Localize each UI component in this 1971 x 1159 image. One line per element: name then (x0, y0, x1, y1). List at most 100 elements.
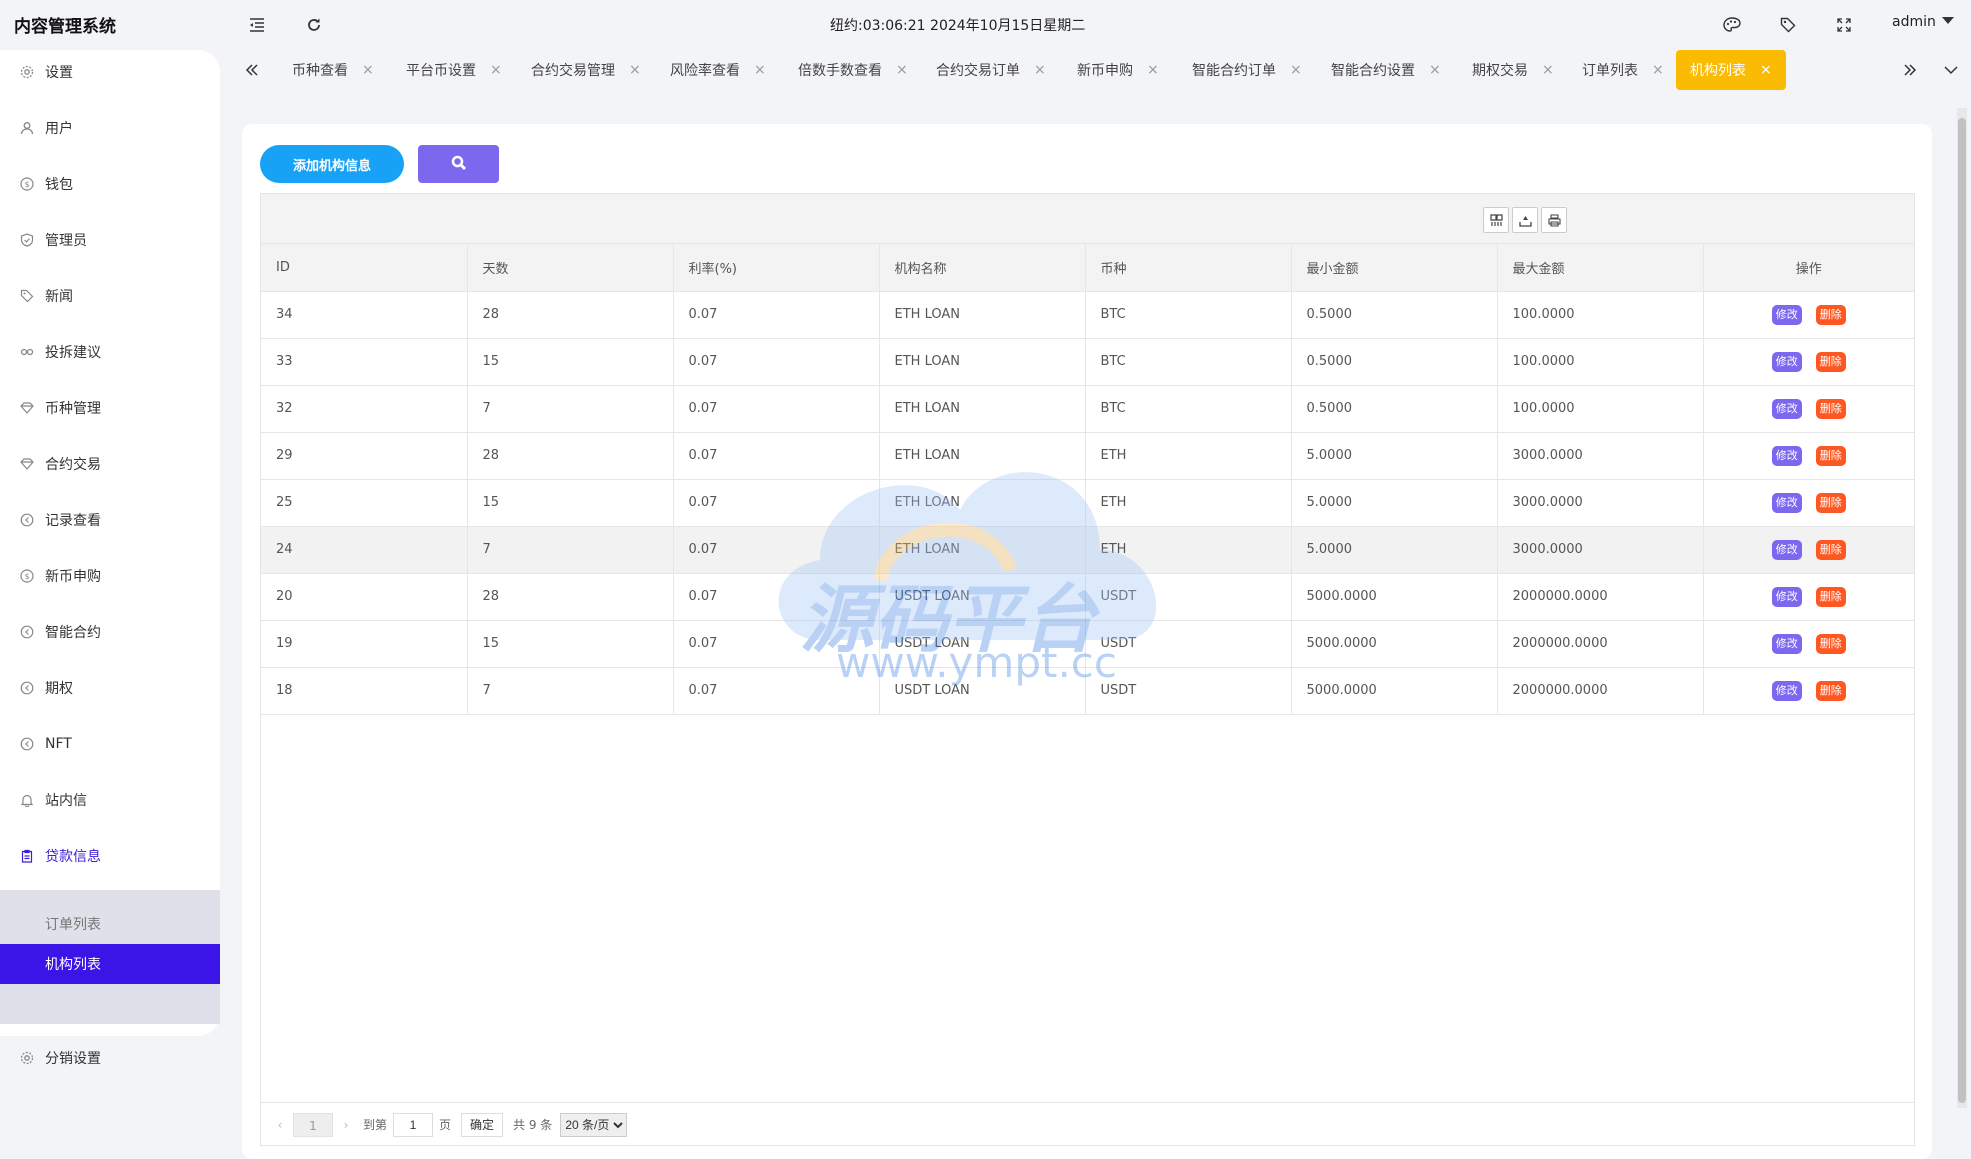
search-button[interactable] (418, 145, 499, 183)
sidebar-item[interactable]: 新闻 (0, 277, 220, 315)
column-header[interactable]: ID (261, 244, 468, 292)
sidebar-subitem-order-list[interactable]: 订单列表 (0, 904, 220, 944)
table-cell: 5000.0000 (1291, 620, 1498, 668)
close-icon[interactable]: × (1429, 62, 1441, 78)
edit-button[interactable]: 修改 (1771, 445, 1802, 466)
column-header[interactable]: 机构名称 (879, 244, 1086, 292)
tag-icon[interactable] (1777, 14, 1799, 36)
table-cell: 100.0000 (1497, 338, 1704, 386)
sidebar-item-distribution-settings[interactable]: 分销设置 (0, 1039, 220, 1077)
refresh-icon[interactable] (303, 14, 325, 36)
close-icon[interactable]: × (1147, 62, 1159, 78)
tab[interactable]: 币种查看 × (292, 50, 374, 90)
circle-arrow-icon (20, 625, 34, 639)
clock: 纽约:03:06:21 2024年10月15日星期二 (830, 18, 1086, 34)
sidebar-item[interactable]: $ 钱包 (0, 165, 220, 203)
delete-button[interactable]: 删除 (1815, 492, 1846, 513)
goto-confirm-button[interactable]: 确定 (461, 1112, 504, 1137)
columns-filter-icon[interactable] (1483, 207, 1509, 233)
export-icon[interactable] (1512, 207, 1538, 233)
tab-scroll-right-icon[interactable] (1898, 58, 1922, 82)
tab[interactable]: 风险率查看 × (670, 50, 766, 90)
sidebar-item[interactable]: 投拆建议 (0, 333, 220, 371)
tab[interactable]: 新币申购 × (1077, 50, 1159, 90)
sidebar-item[interactable]: 智能合约 (0, 613, 220, 651)
table-cell: 28 (467, 432, 674, 480)
next-page-icon[interactable]: › (337, 1118, 355, 1132)
edit-button[interactable]: 修改 (1771, 351, 1802, 372)
column-header[interactable]: 币种 (1085, 244, 1292, 292)
sidebar-item-label: 投拆建议 (45, 345, 101, 361)
close-icon[interactable]: × (1542, 62, 1554, 78)
theme-palette-icon[interactable] (1721, 14, 1743, 36)
tab[interactable]: 合约交易订单 × (936, 50, 1046, 90)
tab[interactable]: 合约交易管理 × (531, 50, 641, 90)
current-page[interactable]: 1 (293, 1112, 333, 1137)
delete-button[interactable]: 删除 (1815, 351, 1846, 372)
add-institution-button[interactable]: 添加机构信息 (260, 145, 404, 183)
sidebar-item-label: 智能合约 (45, 625, 101, 641)
tab[interactable]: 订单列表 × (1582, 50, 1664, 90)
print-icon[interactable] (1541, 207, 1567, 233)
table-cell: 15 (467, 479, 674, 527)
sidebar-subitem-institution-list[interactable]: 机构列表 (0, 944, 220, 984)
tab[interactable]: 智能合约订单 × (1192, 50, 1302, 90)
sidebar-item[interactable]: 期权 (0, 669, 220, 707)
tab[interactable]: 期权交易 × (1472, 50, 1554, 90)
prev-page-icon[interactable]: ‹ (271, 1118, 289, 1132)
page-scrollbar[interactable] (1957, 108, 1967, 1108)
sidebar-item[interactable]: $ 新币申购 (0, 557, 220, 595)
close-icon[interactable]: × (1652, 62, 1664, 78)
scrollbar-thumb[interactable] (1958, 118, 1966, 1103)
edit-button[interactable]: 修改 (1771, 586, 1802, 607)
delete-button[interactable]: 删除 (1815, 398, 1846, 419)
delete-button[interactable]: 删除 (1815, 304, 1846, 325)
close-icon[interactable]: × (754, 62, 766, 78)
close-icon[interactable]: × (490, 62, 502, 78)
sidebar-item[interactable]: 管理员 (0, 221, 220, 259)
sidebar-item[interactable]: 贷款信息 (0, 837, 220, 875)
close-icon[interactable]: × (1290, 62, 1302, 78)
sidebar-item[interactable]: 设置 (0, 53, 220, 91)
tab[interactable]: 平台币设置 × (406, 50, 502, 90)
delete-button[interactable]: 删除 (1815, 680, 1846, 701)
close-icon[interactable]: × (896, 62, 908, 78)
edit-button[interactable]: 修改 (1771, 633, 1802, 654)
close-icon[interactable]: × (362, 62, 374, 78)
table-row: 20 28 0.07 USDT LOAN USDT 5000.0000 2000000.00… (261, 573, 1914, 621)
edit-button[interactable]: 修改 (1771, 304, 1802, 325)
sidebar-item[interactable]: 用户 (0, 109, 220, 147)
sidebar-item[interactable]: 币种管理 (0, 389, 220, 427)
close-icon[interactable]: × (1760, 62, 1772, 78)
edit-button[interactable]: 修改 (1771, 680, 1802, 701)
delete-button[interactable]: 删除 (1815, 586, 1846, 607)
sidebar-item[interactable]: 记录查看 (0, 501, 220, 539)
actions-cell: 修改 删除 (1703, 338, 1914, 386)
page-size-select[interactable]: 20 条/页 (560, 1112, 628, 1137)
column-header[interactable]: 最大金额 (1497, 244, 1704, 292)
page-number-input[interactable] (393, 1112, 434, 1137)
menu-collapse-icon[interactable] (246, 14, 268, 36)
close-icon[interactable]: × (629, 62, 641, 78)
tab-scroll-left-icon[interactable] (240, 58, 264, 82)
edit-button[interactable]: 修改 (1771, 398, 1802, 419)
user-menu[interactable]: admin (1892, 14, 1954, 30)
column-header[interactable]: 利率(%) (673, 244, 880, 292)
tab[interactable]: 倍数手数查看 × (798, 50, 908, 90)
column-header[interactable]: 最小金额 (1291, 244, 1498, 292)
delete-button[interactable]: 删除 (1815, 445, 1846, 466)
tab[interactable]: 机构列表 × (1676, 50, 1786, 90)
sidebar-item[interactable]: NFT (0, 725, 220, 763)
edit-button[interactable]: 修改 (1771, 539, 1802, 560)
column-header[interactable]: 天数 (467, 244, 674, 292)
close-icon[interactable]: × (1034, 62, 1046, 78)
sidebar-item[interactable]: 站内信 (0, 781, 220, 819)
edit-button[interactable]: 修改 (1771, 492, 1802, 513)
table-cell: 3000.0000 (1497, 432, 1704, 480)
fullscreen-icon[interactable] (1833, 14, 1855, 36)
sidebar-item[interactable]: 合约交易 (0, 445, 220, 483)
tab-dropdown-icon[interactable] (1939, 58, 1963, 82)
tab[interactable]: 智能合约设置 × (1331, 50, 1441, 90)
delete-button[interactable]: 删除 (1815, 539, 1846, 560)
delete-button[interactable]: 删除 (1815, 633, 1846, 654)
